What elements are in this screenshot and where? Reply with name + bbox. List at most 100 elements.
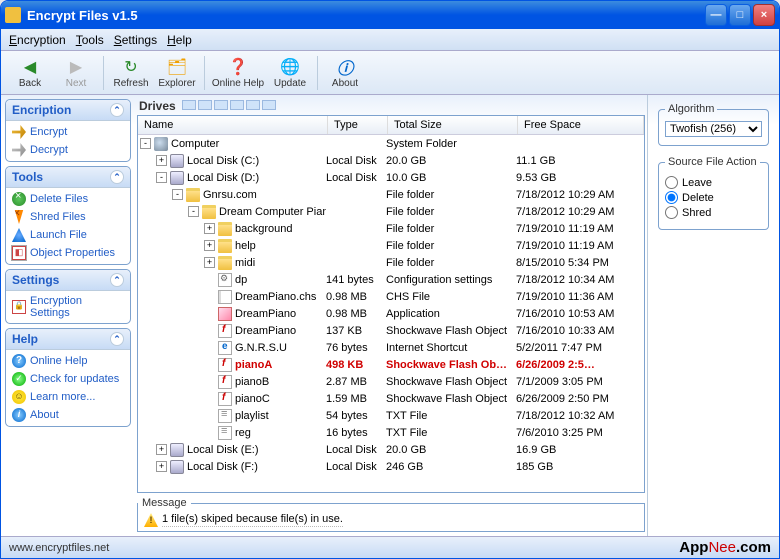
action-delete[interactable]: Delete xyxy=(665,191,762,204)
menu-tools[interactable]: Tools xyxy=(76,33,104,47)
cell-name: +Local Disk (E:) xyxy=(140,443,326,457)
expander[interactable]: - xyxy=(156,172,167,183)
sidebar-item-encrypt[interactable]: Encrypt xyxy=(6,123,130,141)
back-button[interactable]: ◀ Back xyxy=(7,53,53,93)
col-total[interactable]: Total Size xyxy=(388,116,518,134)
expander[interactable]: + xyxy=(204,240,215,251)
cfg-icon xyxy=(218,273,232,287)
expander[interactable]: + xyxy=(156,461,167,472)
list-row[interactable]: pianoA498 KBShockwave Flash Ob…6/26/2009… xyxy=(138,356,644,373)
sidebar-item-delete-files[interactable]: Delete Files xyxy=(6,190,130,208)
list-row[interactable]: +Local Disk (C:)Local Disk20.0 GB11.1 GB xyxy=(138,152,644,169)
panel-body: EncryptDecrypt xyxy=(6,121,130,161)
row-name: DreamPiano.chs xyxy=(235,291,316,303)
expander[interactable]: + xyxy=(156,155,167,166)
file-icon xyxy=(218,290,232,304)
list-row[interactable]: +Local Disk (E:)Local Disk20.0 GB16.9 GB xyxy=(138,441,644,458)
chevron-up-icon[interactable]: ⌃ xyxy=(110,332,124,346)
maximize-button[interactable]: □ xyxy=(729,4,751,26)
refresh-button[interactable]: ↻ Refresh xyxy=(108,53,154,93)
sidebar-item-object-properties[interactable]: Object Properties xyxy=(6,244,130,262)
list-row[interactable]: -ComputerSystem Folder xyxy=(138,135,644,152)
menu-settings[interactable]: Settings xyxy=(114,33,157,47)
list-row[interactable]: playlist54 bytesTXT File7/18/2012 10:32 … xyxy=(138,407,644,424)
expander[interactable]: - xyxy=(140,138,151,149)
list-row[interactable]: DreamPiano.chs0.98 MBCHS File7/19/2010 1… xyxy=(138,288,644,305)
listview-header[interactable]: Name Type Total Size Free Space xyxy=(138,116,644,135)
sidebar-item-label: Launch File xyxy=(30,229,87,241)
chevron-up-icon[interactable]: ⌃ xyxy=(110,273,124,287)
app-icon xyxy=(218,307,232,321)
sidebar-item-label: Check for updates xyxy=(30,373,119,385)
menu-encryption[interactable]: Encryption xyxy=(9,33,66,47)
panel-header[interactable]: Settings⌃ xyxy=(6,270,130,291)
list-row[interactable]: -Dream Computer PianoFile folder7/18/201… xyxy=(138,203,644,220)
panel-settings: Settings⌃Encryption Settings xyxy=(5,269,131,324)
online-help-button[interactable]: ❓ Online Help xyxy=(209,53,267,93)
action-leave[interactable]: Leave xyxy=(665,176,762,189)
list-row[interactable]: -Local Disk (D:)Local Disk10.0 GB9.53 GB xyxy=(138,169,644,186)
sidebar-item-online-help[interactable]: Online Help xyxy=(6,352,130,370)
list-row[interactable]: pianoB2.87 MBShockwave Flash Object7/1/2… xyxy=(138,373,644,390)
algorithm-select[interactable]: Twofish (256) xyxy=(665,121,762,137)
chevron-up-icon[interactable]: ⌃ xyxy=(110,103,124,117)
explorer-button[interactable]: 🗂 Explorer xyxy=(154,53,200,93)
sidebar-item-check-for-updates[interactable]: Check for updates xyxy=(6,370,130,388)
col-name[interactable]: Name xyxy=(138,116,328,134)
panel-title: Help xyxy=(12,332,38,346)
panel-header[interactable]: Tools⌃ xyxy=(6,167,130,188)
list-row[interactable]: +helpFile folder7/19/2010 11:19 AM xyxy=(138,237,644,254)
list-row[interactable]: dp141 bytesConfiguration settings7/18/20… xyxy=(138,271,644,288)
list-row[interactable]: -Gnrsu.comFile folder7/18/2012 10:29 AM xyxy=(138,186,644,203)
minimize-button[interactable]: — xyxy=(705,4,727,26)
col-free[interactable]: Free Space xyxy=(518,116,644,134)
expander[interactable]: + xyxy=(204,257,215,268)
list-row[interactable]: G.N.R.S.U76 bytesInternet Shortcut5/2/20… xyxy=(138,339,644,356)
expander[interactable]: + xyxy=(204,223,215,234)
expander[interactable]: - xyxy=(188,206,199,217)
list-row[interactable]: DreamPiano137 KBShockwave Flash Object7/… xyxy=(138,322,644,339)
sidebar-item-label: Shred Files xyxy=(30,211,86,223)
cell-total: 246 GB xyxy=(386,461,516,473)
col-type[interactable]: Type xyxy=(328,116,388,134)
window-title: Encrypt Files v1.5 xyxy=(27,8,703,23)
about-button[interactable]: ⓘ About xyxy=(322,53,368,93)
sidebar-item-about[interactable]: About xyxy=(6,406,130,424)
close-button[interactable]: × xyxy=(753,4,775,26)
disk-icon xyxy=(170,171,184,185)
panel-header[interactable]: Help ⌃ xyxy=(6,329,130,350)
cell-type: 498 KB xyxy=(326,359,386,371)
cell-free: 16.9 GB xyxy=(516,444,644,456)
list-row[interactable]: reg16 bytesTXT File7/6/2010 3:25 PM xyxy=(138,424,644,441)
radio-delete[interactable] xyxy=(665,191,678,204)
sidebar-item-launch-file[interactable]: Launch File xyxy=(6,226,130,244)
list-row[interactable]: +midiFile folder8/15/2010 5:34 PM xyxy=(138,254,644,271)
chevron-up-icon[interactable]: ⌃ xyxy=(110,170,124,184)
action-shred[interactable]: Shred xyxy=(665,206,762,219)
menu-help[interactable]: Help xyxy=(167,33,192,47)
sidebar-item-decrypt[interactable]: Decrypt xyxy=(6,141,130,159)
cell-name: -Dream Computer Piano xyxy=(140,205,326,219)
update-button[interactable]: 🌐 Update xyxy=(267,53,313,93)
row-name: Computer xyxy=(171,138,219,150)
radio-shred[interactable] xyxy=(665,206,678,219)
expander[interactable]: - xyxy=(172,189,183,200)
warning-icon: ! xyxy=(144,513,158,527)
sidebar-item-label: Object Properties xyxy=(30,247,115,259)
cell-free: 7/1/2009 3:05 PM xyxy=(516,376,644,388)
radio-leave[interactable] xyxy=(665,176,678,189)
listview-body[interactable]: -ComputerSystem Folder+Local Disk (C:)Lo… xyxy=(138,135,644,492)
file-listview[interactable]: Name Type Total Size Free Space - Compute… xyxy=(137,115,645,493)
list-row[interactable]: +backgroundFile folder7/19/2010 11:19 AM xyxy=(138,220,644,237)
toolbar: ◀ Back ▶ Next ↻ Refresh 🗂 Explorer ❓ Onl… xyxy=(1,51,779,95)
list-row[interactable]: +Local Disk (F:)Local Disk246 GB185 GB xyxy=(138,458,644,475)
expander[interactable]: + xyxy=(156,444,167,455)
list-row[interactable]: DreamPiano0.98 MBApplication7/16/2010 10… xyxy=(138,305,644,322)
cell-name: pianoB xyxy=(140,375,326,389)
panel-header[interactable]: Encription⌃ xyxy=(6,100,130,121)
sidebar-item-learn-more-[interactable]: Learn more... xyxy=(6,388,130,406)
sidebar-item-encryption-settings[interactable]: Encryption Settings xyxy=(6,293,130,321)
sidebar-item-shred-files[interactable]: Shred Files xyxy=(6,208,130,226)
cell-free: 8/15/2010 5:34 PM xyxy=(516,257,644,269)
list-row[interactable]: pianoC1.59 MBShockwave Flash Object6/26/… xyxy=(138,390,644,407)
